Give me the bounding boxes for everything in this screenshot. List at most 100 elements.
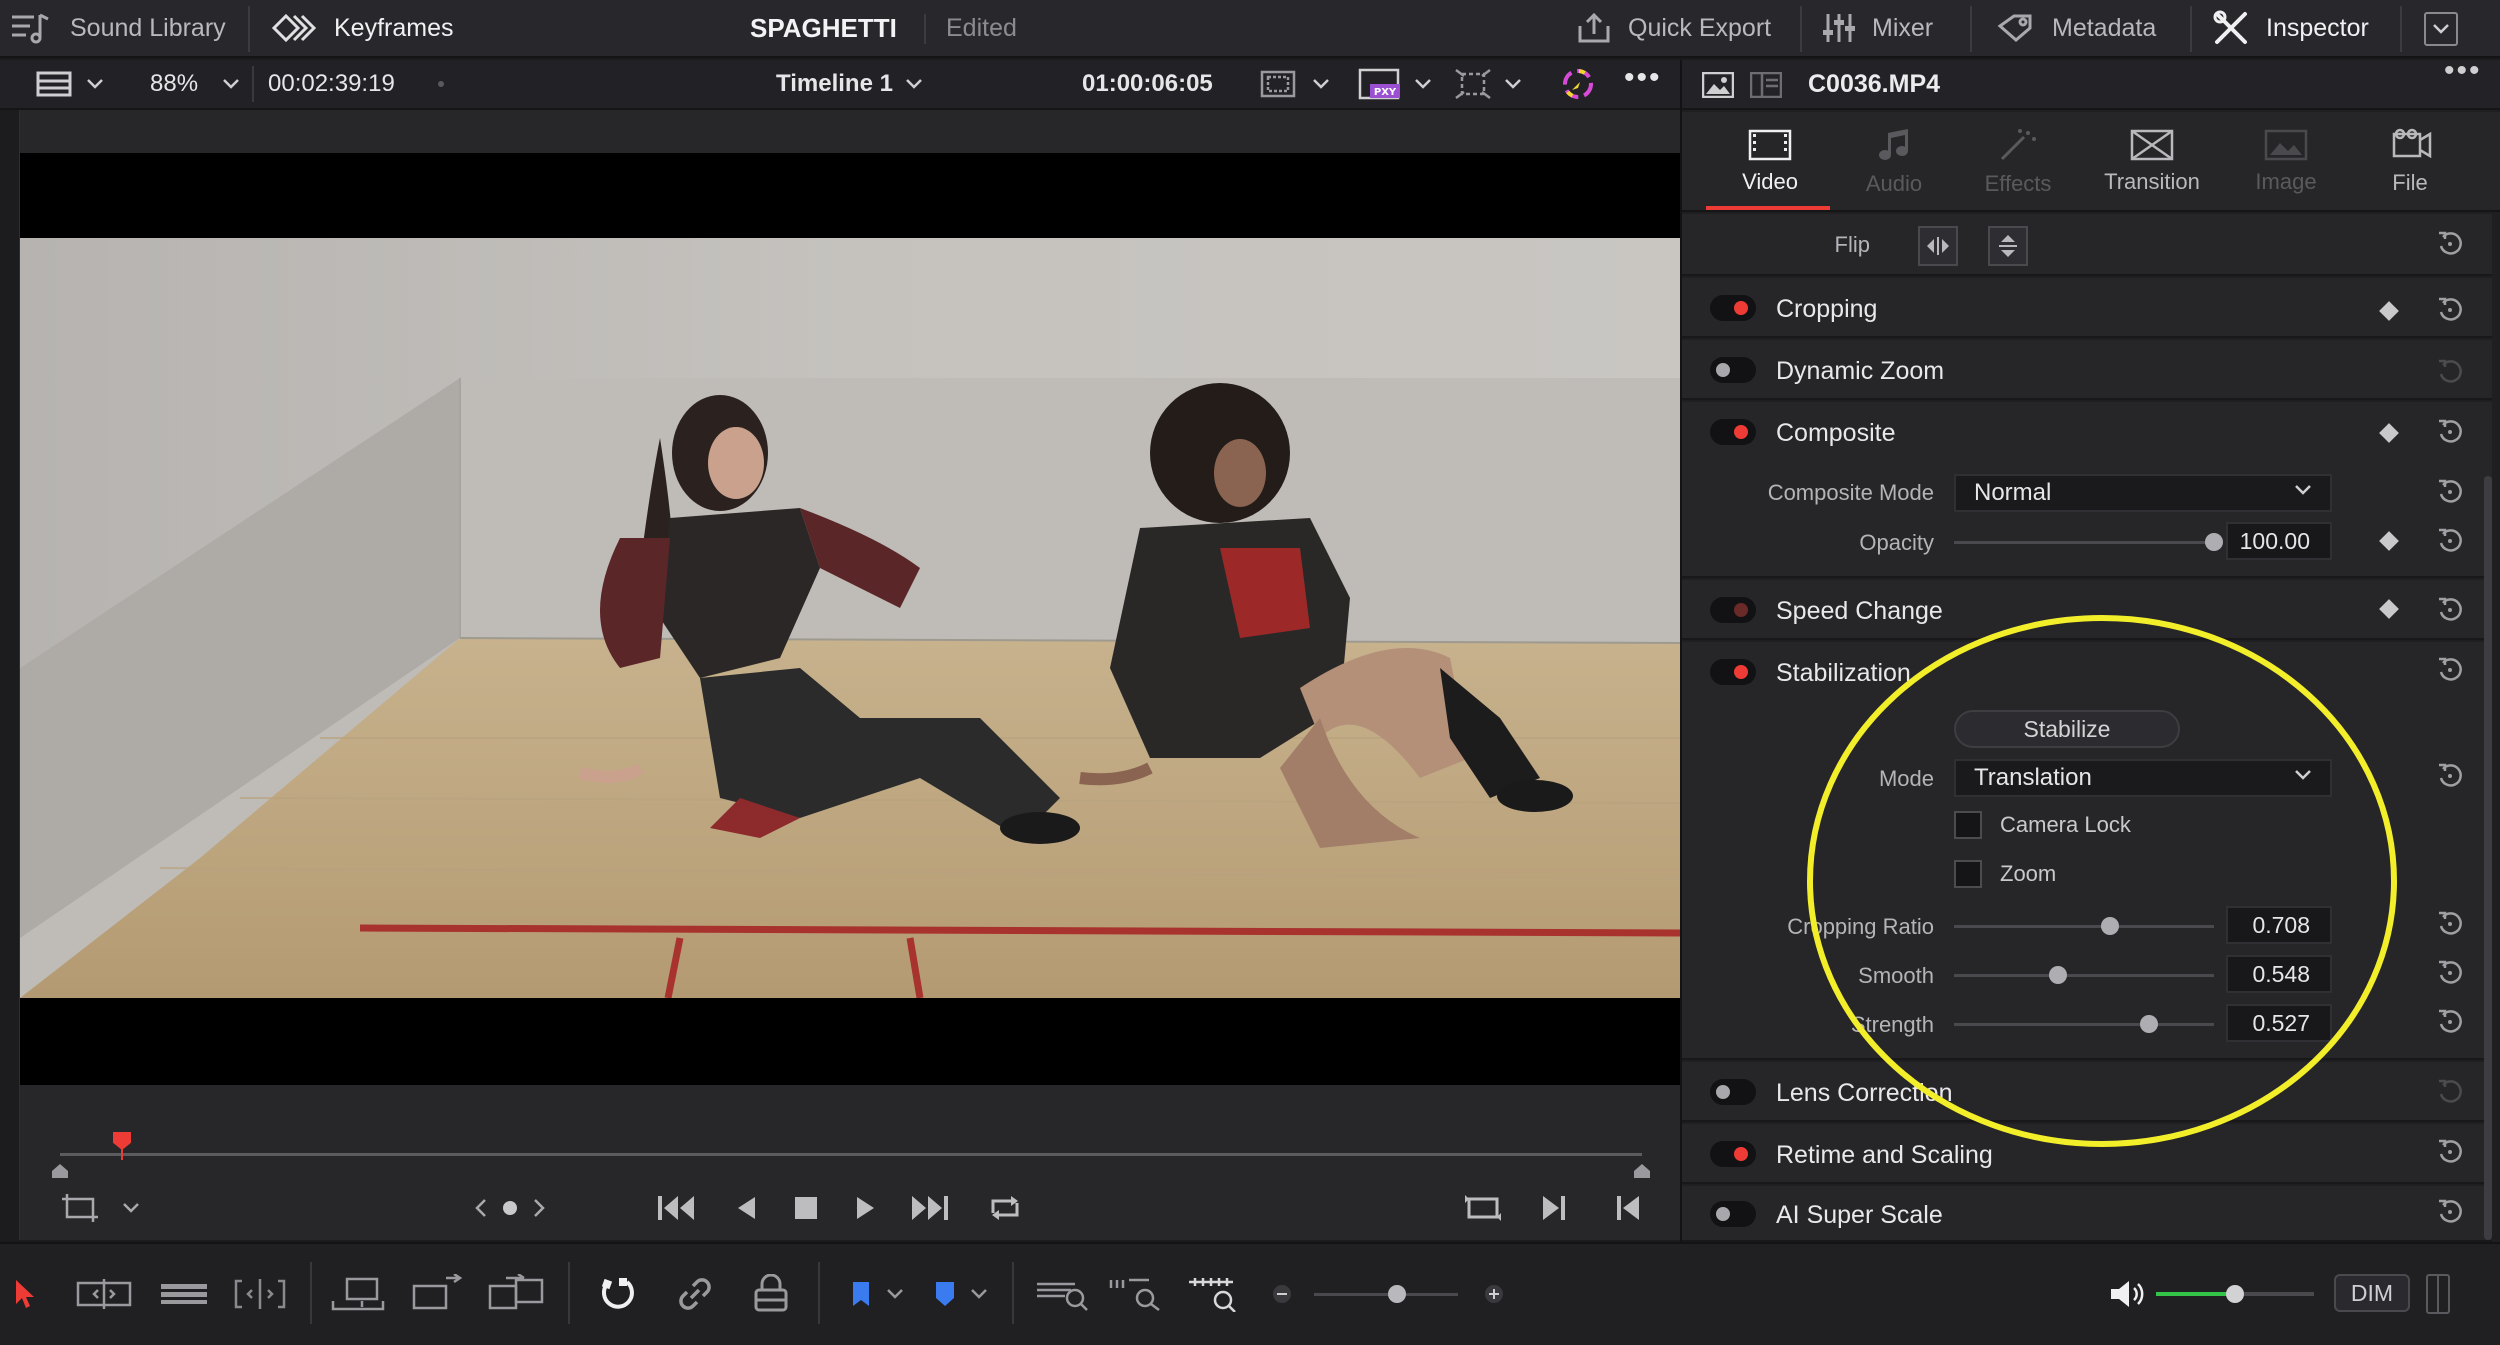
- stop-button[interactable]: [786, 1188, 826, 1228]
- timeline-zoom-knob[interactable]: [1388, 1285, 1406, 1303]
- tab-audio[interactable]: Audio: [1834, 112, 1954, 212]
- video-frame[interactable]: [20, 238, 1680, 998]
- scrub-bar[interactable]: [60, 1153, 1642, 1156]
- viewer-crop-button[interactable]: [60, 1188, 100, 1228]
- replace-clip-button[interactable]: [484, 1270, 548, 1318]
- speed-change-reset-icon[interactable]: [2436, 596, 2464, 624]
- lens-correction-toggle[interactable]: [1710, 1079, 1756, 1105]
- zoom-level[interactable]: 88%: [150, 60, 198, 108]
- play-button[interactable]: [846, 1188, 886, 1228]
- metadata-button[interactable]: Metadata: [1996, 0, 2156, 56]
- safe-area-button[interactable]: [1260, 60, 1330, 108]
- marker-button[interactable]: [930, 1270, 960, 1318]
- opacity-field[interactable]: 100.00: [2226, 522, 2332, 560]
- previous-edit-button[interactable]: [1608, 1188, 1648, 1228]
- inspector-button[interactable]: Inspector: [2212, 0, 2369, 56]
- match-frame-button[interactable]: [1458, 1188, 1508, 1228]
- retime-scaling-reset-icon[interactable]: [2436, 1138, 2464, 1166]
- viewer-crop-dropdown[interactable]: [116, 1188, 146, 1228]
- viewer-more-options[interactable]: •••: [1624, 54, 1662, 102]
- composite-reset-icon[interactable]: [2436, 418, 2464, 446]
- play-reverse-button[interactable]: [726, 1188, 766, 1228]
- dim-button[interactable]: DIM: [2334, 1274, 2410, 1312]
- dynamic-zoom-toggle[interactable]: [1710, 357, 1756, 383]
- section-cropping[interactable]: Cropping: [1682, 278, 2492, 338]
- section-ai-super-scale[interactable]: AI Super Scale: [1682, 1186, 2492, 1242]
- speed-change-toggle[interactable]: [1710, 597, 1756, 623]
- zoom-out-button[interactable]: [1270, 1270, 1294, 1318]
- lens-correction-reset-icon[interactable]: [2436, 1078, 2464, 1106]
- retime-scaling-toggle[interactable]: [1710, 1141, 1756, 1167]
- cropping-reset-icon[interactable]: [2436, 296, 2464, 324]
- color-viewer-button[interactable]: [1558, 60, 1598, 108]
- clip-thumbnail-icon[interactable]: [1700, 70, 1736, 100]
- workspace-dropdown-button[interactable]: [2424, 12, 2458, 46]
- trim-tool-button[interactable]: [74, 1270, 134, 1318]
- full-extent-zoom-button[interactable]: [1034, 1270, 1090, 1318]
- composite-mode-reset-icon[interactable]: [2436, 478, 2464, 506]
- opacity-slider-knob[interactable]: [2205, 533, 2223, 551]
- timeline-selector[interactable]: Timeline 1: [776, 60, 923, 108]
- volume-slider-knob[interactable]: [2226, 1285, 2244, 1303]
- inspector-scrollbar[interactable]: [2484, 476, 2492, 1240]
- position-lock-button[interactable]: [748, 1270, 794, 1318]
- flip-vertical-button[interactable]: [1988, 226, 2028, 266]
- go-to-end-button[interactable]: [904, 1188, 954, 1228]
- tab-image[interactable]: Image: [2226, 112, 2346, 212]
- tab-effects[interactable]: Effects: [1958, 112, 2078, 212]
- detail-zoom-button[interactable]: [1108, 1270, 1164, 1318]
- video-frame-image: [20, 238, 1680, 998]
- dynamic-trim-button[interactable]: [156, 1270, 212, 1318]
- opacity-slider[interactable]: [1954, 533, 2223, 551]
- split-view-icon[interactable]: [1748, 70, 1784, 100]
- sound-library-button[interactable]: Sound Library: [10, 0, 226, 56]
- zoom-in-button[interactable]: [1482, 1270, 1506, 1318]
- blade-edit-button[interactable]: [232, 1270, 288, 1318]
- selection-tool-button[interactable]: [10, 1270, 40, 1318]
- divider: [1012, 1262, 1014, 1324]
- tab-file[interactable]: File: [2350, 112, 2470, 212]
- composite-mode-dropdown[interactable]: Normal: [1954, 474, 2332, 512]
- timeline-zoom-slider[interactable]: [1314, 1293, 1458, 1296]
- stab-mode-reset-icon[interactable]: [2436, 762, 2464, 790]
- snapping-button[interactable]: [594, 1270, 640, 1318]
- linked-selection-button[interactable]: [672, 1270, 718, 1318]
- strength-reset-icon[interactable]: [2436, 1008, 2464, 1036]
- ai-super-scale-reset-icon[interactable]: [2436, 1198, 2464, 1226]
- jog-control[interactable]: [460, 1188, 560, 1228]
- go-to-start-button[interactable]: [652, 1188, 702, 1228]
- composite-mode-value: Normal: [1974, 479, 2052, 506]
- next-edit-button[interactable]: [1534, 1188, 1574, 1228]
- stabilization-toggle[interactable]: [1710, 659, 1756, 685]
- zoom-dropdown[interactable]: [222, 60, 240, 108]
- opacity-reset-icon[interactable]: [2436, 527, 2464, 555]
- tab-transition[interactable]: Transition: [2092, 112, 2212, 212]
- keyframes-button[interactable]: Keyframes: [272, 0, 453, 56]
- overwrite-clip-button[interactable]: [408, 1270, 468, 1318]
- proxy-button[interactable]: PXY: [1358, 60, 1432, 108]
- cropping-ratio-reset-icon[interactable]: [2436, 910, 2464, 938]
- mixer-button[interactable]: Mixer: [1822, 0, 1933, 56]
- flip-reset-icon[interactable]: [2436, 230, 2464, 258]
- custom-zoom-button[interactable]: [1186, 1270, 1242, 1318]
- composite-toggle[interactable]: [1710, 419, 1756, 445]
- viewer-layout-button[interactable]: [36, 60, 104, 108]
- ai-super-scale-toggle[interactable]: [1710, 1201, 1756, 1227]
- dynamic-zoom-reset-icon[interactable]: [2436, 358, 2464, 386]
- flag-button[interactable]: [846, 1270, 876, 1318]
- quick-export-button[interactable]: Quick Export: [1576, 0, 1771, 56]
- flip-horizontal-button[interactable]: [1918, 226, 1958, 266]
- inspector-more-options[interactable]: •••: [2444, 54, 2482, 88]
- insert-clip-button[interactable]: [328, 1270, 388, 1318]
- flag-dropdown[interactable]: [882, 1270, 908, 1318]
- cropping-toggle[interactable]: [1710, 295, 1756, 321]
- proxy-icon: PXY: [1358, 68, 1400, 100]
- transform-mode-button[interactable]: [1454, 60, 1522, 108]
- stabilization-reset-icon[interactable]: [2436, 656, 2464, 684]
- loop-button[interactable]: [980, 1188, 1030, 1228]
- smooth-reset-icon[interactable]: [2436, 959, 2464, 987]
- tab-video[interactable]: Video: [1710, 112, 1830, 212]
- volume-button[interactable]: [2108, 1270, 2148, 1318]
- section-dynamic-zoom[interactable]: Dynamic Zoom: [1682, 340, 2492, 400]
- marker-dropdown[interactable]: [966, 1270, 992, 1318]
